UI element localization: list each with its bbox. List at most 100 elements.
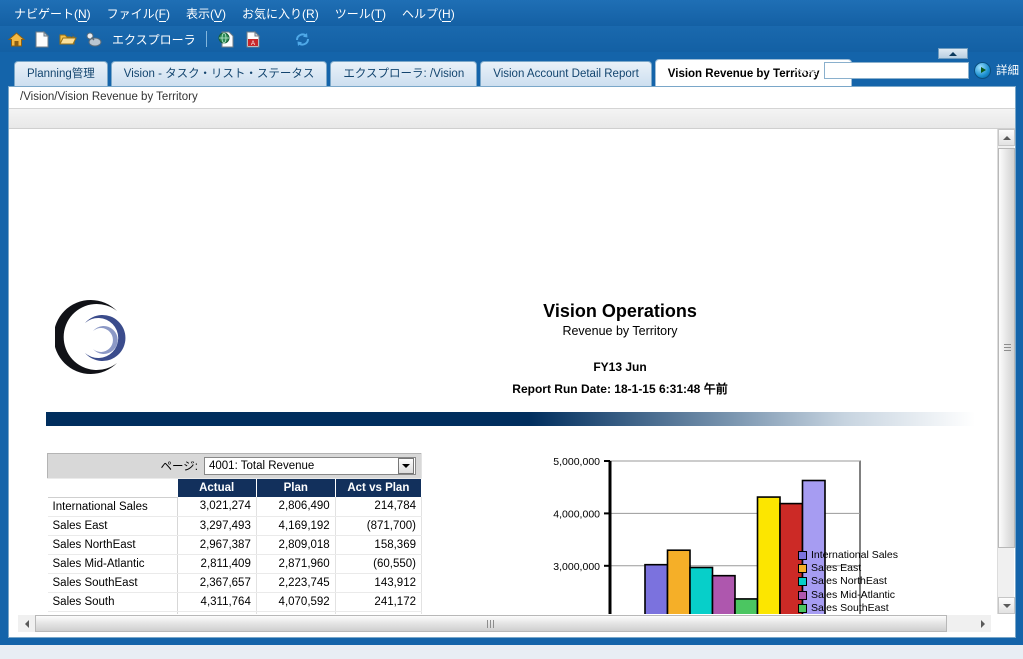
vertical-scrollbar[interactable] bbox=[997, 129, 1015, 614]
cell-variance: 241,172 bbox=[335, 592, 423, 612]
scroll-left-button[interactable] bbox=[18, 615, 35, 632]
cell-plan: 2,223,745 bbox=[256, 573, 336, 593]
menu-item-5[interactable]: ヘルプ(H) bbox=[394, 3, 463, 24]
refresh-icon[interactable] bbox=[293, 29, 313, 49]
menu-item-1[interactable]: ファイル(F) bbox=[99, 3, 178, 24]
tab-2[interactable]: エクスプローラ: /Vision bbox=[330, 61, 478, 86]
horizontal-scrollbar-row bbox=[10, 614, 999, 636]
explore-icon[interactable] bbox=[84, 29, 104, 49]
cell-variance: (871,700) bbox=[335, 516, 423, 536]
table-row: Sales East 3,297,493 4,169,192 (871,700) bbox=[47, 516, 423, 536]
legend-label: Sales NorthEast bbox=[811, 575, 887, 588]
table-header-row: Actual Plan Act vs Plan bbox=[47, 478, 423, 498]
column-header-2: Plan bbox=[256, 478, 336, 497]
scroll-up-button[interactable] bbox=[998, 129, 1015, 146]
legend-item-0: International Sales bbox=[798, 549, 898, 562]
toolbar: エクスプローラ A bbox=[0, 26, 1023, 52]
y-axis-tick: 3,000,000 bbox=[553, 561, 600, 573]
legend-swatch-icon bbox=[798, 590, 807, 600]
chevron-down-icon[interactable] bbox=[398, 458, 414, 474]
legend-label: International Sales bbox=[811, 549, 898, 561]
svg-text:A: A bbox=[251, 41, 255, 47]
legend-swatch-icon bbox=[798, 603, 807, 613]
legend-label: Sales East bbox=[811, 562, 862, 575]
tab-strip: Planning管理 Vision - タスク・リスト・ステータス エクスプローラ:… bbox=[0, 48, 1023, 86]
menu-item-0[interactable]: ナビゲート(N) bbox=[6, 3, 99, 24]
revenue-table: ページ: 4001: Total Revenue Actual Plan Act v… bbox=[47, 453, 423, 614]
cell-actual: 4,311,764 bbox=[177, 592, 257, 612]
new-document-icon[interactable] bbox=[32, 29, 52, 49]
horizontal-scroll-thumb[interactable] bbox=[35, 615, 947, 632]
cell-plan: 2,809,018 bbox=[256, 535, 336, 555]
report-company-title: Vision Operations bbox=[543, 301, 697, 321]
report-period: FY13 Jun bbox=[593, 360, 647, 374]
cell-variance: (60,550) bbox=[335, 554, 423, 574]
chart-bar bbox=[756, 496, 781, 614]
tab-3[interactable]: Vision Account Detail Report bbox=[480, 61, 652, 86]
row-label: Sales NorthEast bbox=[47, 535, 178, 555]
menu-bar: ナビゲート(N) ファイル(F) 表示(V) お気に入り(R) ツール(T) ヘルプ(H) bbox=[0, 0, 1023, 26]
report-run-date: Report Run Date: 18-1-15 6:31:48 午前 bbox=[512, 382, 728, 396]
search-go-icon[interactable] bbox=[974, 61, 991, 79]
y-axis-tick: 5,000,000 bbox=[553, 456, 600, 468]
cell-actual: 2,811,409 bbox=[177, 554, 257, 574]
tab-0[interactable]: Planning管理 bbox=[14, 61, 108, 86]
menu-item-3[interactable]: お気に入り(R) bbox=[234, 3, 327, 24]
report-toolbar bbox=[9, 109, 1015, 129]
cell-plan: 2,871,960 bbox=[256, 554, 336, 574]
toolbar-explorer-label[interactable]: エクスプローラ bbox=[112, 31, 196, 48]
cell-variance: 143,912 bbox=[335, 573, 423, 593]
breadcrumb[interactable]: /Vision/Vision Revenue by Territory bbox=[9, 87, 1015, 103]
cell-actual: 3,021,274 bbox=[177, 497, 257, 517]
legend-label: Sales SouthEast bbox=[811, 601, 889, 614]
scroll-down-button[interactable] bbox=[998, 597, 1015, 614]
vertical-scroll-thumb[interactable] bbox=[998, 148, 1015, 548]
row-label: Sales South bbox=[47, 592, 178, 612]
content-frame: /Vision/Vision Revenue by Territory Visi… bbox=[8, 86, 1016, 638]
legend-item-2: Sales NorthEast bbox=[798, 575, 898, 588]
tab-label: エクスプローラ: /Vision bbox=[343, 68, 465, 80]
chart-bar bbox=[689, 566, 714, 614]
table-row: Sales SouthEast 2,367,657 2,223,745 143,912 bbox=[47, 573, 423, 593]
html-export-icon[interactable] bbox=[217, 29, 237, 49]
window-bottom-band bbox=[0, 638, 1023, 645]
page-selector-dropdown[interactable]: 4001: Total Revenue bbox=[204, 457, 416, 475]
tab-label: Vision - タスク・リスト・ステータス bbox=[123, 68, 315, 80]
home-icon[interactable] bbox=[6, 29, 26, 49]
toolbar-separator bbox=[205, 31, 207, 47]
table-row: Sales South 4,311,764 4,070,592 241,172 bbox=[47, 592, 423, 612]
horizontal-scrollbar[interactable] bbox=[18, 615, 991, 632]
scroll-grip bbox=[487, 620, 495, 628]
page-selector-value: 4001: Total Revenue bbox=[209, 460, 315, 472]
cell-variance: 158,369 bbox=[335, 535, 423, 555]
cell-plan: 4,169,192 bbox=[256, 516, 336, 536]
pdf-export-icon[interactable]: A bbox=[243, 29, 263, 49]
menu-item-2[interactable]: 表示(V) bbox=[178, 3, 234, 24]
cell-plan: 4,070,592 bbox=[256, 592, 336, 612]
legend-swatch-icon bbox=[798, 564, 807, 574]
menu-item-4[interactable]: ツール(T) bbox=[327, 3, 394, 24]
search-input[interactable] bbox=[824, 61, 969, 79]
chart-bar bbox=[711, 574, 736, 614]
cell-actual: 2,367,657 bbox=[177, 573, 257, 593]
legend-swatch-icon bbox=[798, 551, 807, 561]
page-selector-cell: ページ: 4001: Total Revenue bbox=[47, 453, 422, 479]
legend-item-4: Sales SouthEast bbox=[798, 602, 898, 614]
column-header-1: Actual bbox=[177, 478, 257, 497]
search-label: 検索 bbox=[795, 65, 818, 77]
table-row: Sales NorthEast 2,967,387 2,809,018 158,369 bbox=[47, 535, 423, 555]
open-folder-icon[interactable] bbox=[58, 29, 78, 49]
tab-1[interactable]: Vision - タスク・リスト・ステータス bbox=[110, 61, 328, 86]
advanced-search-link[interactable]: 詳細 bbox=[996, 62, 1019, 78]
row-label: Sales East bbox=[47, 516, 178, 536]
scroll-right-button[interactable] bbox=[974, 615, 991, 632]
legend-item-3: Sales Mid-Atlantic bbox=[798, 589, 898, 602]
table-row: Sales Mid-Atlantic 2,811,409 2,871,960 (60,… bbox=[47, 554, 423, 574]
search-area: 検索 詳細 bbox=[795, 56, 1019, 84]
breadcrumb-bar: /Vision/Vision Revenue by Territory bbox=[9, 87, 1015, 109]
chart-bar bbox=[734, 598, 759, 614]
cell-actual: 2,967,387 bbox=[177, 535, 257, 555]
table-row: International Sales 3,021,274 2,806,490 214… bbox=[47, 497, 423, 517]
chart-bar bbox=[644, 563, 669, 614]
row-label: Sales SouthEast bbox=[47, 573, 178, 593]
